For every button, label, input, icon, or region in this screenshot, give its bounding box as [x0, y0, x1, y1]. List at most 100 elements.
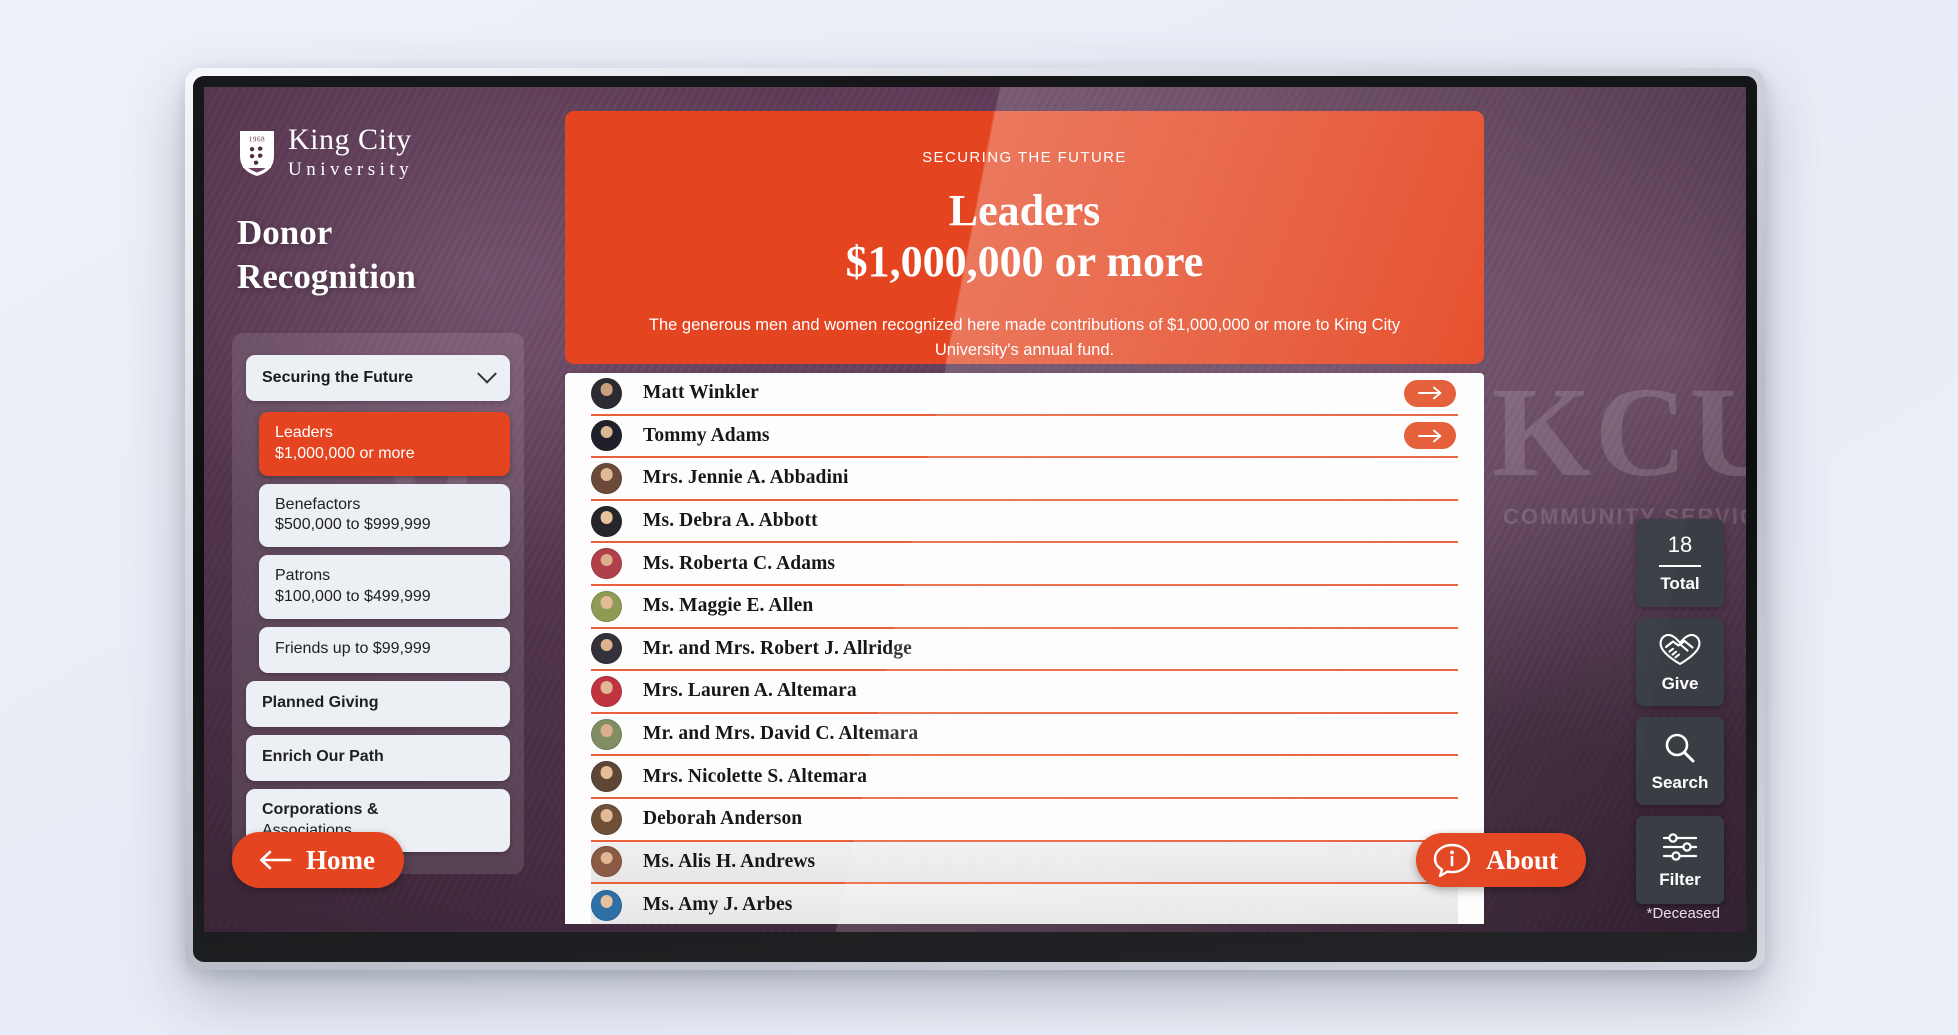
- hero-description: The generous men and women recognized he…: [648, 316, 1401, 359]
- donor-row[interactable]: Ms. Alis H. Andrews: [591, 841, 1458, 885]
- donor-detail-button[interactable]: [1404, 379, 1456, 407]
- avatar: [591, 548, 622, 580]
- donor-row[interactable]: Mrs. Nicolette S. Altemara: [591, 756, 1458, 799]
- give-label: Give: [1661, 673, 1699, 693]
- page-title-line2: Recognition: [237, 256, 416, 296]
- give-button[interactable]: Give: [1636, 618, 1724, 706]
- donor-name: Mr. and Mrs. David C. Altemara: [643, 723, 919, 745]
- donor-row[interactable]: Mr. and Mrs. Robert J. Allridge: [591, 629, 1458, 672]
- search-button[interactable]: Search: [1636, 717, 1724, 805]
- hero-eyebrow: SECURING THE FUTURE: [922, 149, 1127, 166]
- shield-icon: 1968: [237, 128, 277, 178]
- arrow-left-icon: [260, 850, 292, 870]
- filter-button[interactable]: Filter: [1636, 816, 1724, 904]
- sidebar-nav-item-sublabel: $1,000,000 or more: [275, 444, 415, 462]
- sidebar-nav-item-4[interactable]: Planned Giving: [246, 680, 510, 727]
- donor-row[interactable]: Ms. Roberta C. Adams: [591, 543, 1458, 586]
- sliders-icon: [1662, 832, 1698, 861]
- donor-list[interactable]: Matt Winkler Tommy Adams Mrs. Jennie A. Ab…: [565, 373, 1484, 924]
- avatar: [591, 675, 622, 707]
- sidebar-nav-item-label: Planned Giving: [262, 694, 379, 712]
- page-title: Donor Recognition: [204, 181, 559, 299]
- avatar: [591, 420, 622, 452]
- donor-name: Ms. Roberta C. Adams: [643, 552, 836, 574]
- donor-name: Mrs. Lauren A. Altemara: [643, 680, 857, 702]
- brand-name-line1: King City: [288, 123, 412, 156]
- sidebar-nav-item-3[interactable]: Friends up to $99,999: [259, 626, 510, 673]
- sidebar-nav-item-label: Enrich Our Path: [262, 748, 384, 766]
- donor-detail-button[interactable]: [1404, 422, 1456, 450]
- total-label: Total: [1660, 574, 1700, 593]
- about-button-label: About: [1485, 844, 1558, 875]
- donor-name: Mrs. Nicolette S. Altemara: [643, 765, 868, 787]
- sidebar: 1968 King City University Donor Recognit…: [204, 87, 559, 932]
- total-counter[interactable]: 18 Total: [1636, 519, 1724, 607]
- sidebar-nav-item-sublabel: $100,000 to $499,999: [275, 587, 431, 605]
- donor-row[interactable]: Ms. Amy J. Arbes: [591, 884, 1458, 924]
- total-count-value: 18: [1667, 532, 1693, 557]
- donor-row[interactable]: Mrs. Lauren A. Altemara: [591, 671, 1458, 714]
- sidebar-nav-item-2[interactable]: Patrons $100,000 to $499,999: [259, 555, 510, 619]
- arrow-right-icon: [1418, 429, 1442, 443]
- sidebar-nav-item-0[interactable]: Leaders $1,000,000 or more: [259, 412, 510, 476]
- donor-name: Ms. Amy J. Arbes: [643, 894, 793, 916]
- avatar: [591, 761, 622, 793]
- sidebar-nav-item-sublabel: $500,000 to $999,999: [275, 516, 431, 534]
- navigation-panel: Securing the Future Leaders $1,000,000 or…: [232, 333, 524, 875]
- campaign-select[interactable]: Securing the Future: [246, 355, 510, 401]
- scroll-controls: [1744, 557, 1746, 662]
- donor-name: Tommy Adams: [643, 424, 770, 446]
- search-label: Search: [1651, 772, 1709, 792]
- avatar: [591, 889, 622, 921]
- donor-row[interactable]: Mr. and Mrs. David C. Altemara: [591, 714, 1458, 757]
- donor-name: Mrs. Jennie A. Abbadini: [643, 467, 849, 489]
- avatar: [591, 377, 622, 409]
- donor-row[interactable]: Ms. Debra A. Abbott: [591, 501, 1458, 544]
- hero-banner: SECURING THE FUTURE Leaders $1,000,000 o…: [565, 111, 1484, 364]
- avatar: [591, 462, 622, 494]
- avatar: [591, 633, 622, 665]
- sidebar-nav-item-1[interactable]: Benefactors $500,000 to $999,999: [259, 483, 510, 548]
- hero-amount: $1,000,000 or more: [845, 237, 1204, 287]
- sidebar-nav-item-label: Corporations &: [262, 800, 379, 818]
- donor-name: Matt Winkler: [643, 382, 759, 404]
- avatar: [591, 803, 622, 835]
- arrow-up-icon[interactable]: [1744, 557, 1746, 597]
- arrow-down-icon[interactable]: [1744, 622, 1746, 662]
- about-button[interactable]: About: [1415, 833, 1586, 887]
- main-content: SECURING THE FUTURE Leaders $1,000,000 o…: [565, 111, 1484, 932]
- info-bubble-icon: [1433, 843, 1471, 878]
- deceased-footnote: *Deceased: [1646, 905, 1720, 922]
- donor-name: Ms. Debra A. Abbott: [643, 510, 818, 532]
- arrow-right-icon: [1418, 386, 1442, 400]
- home-button[interactable]: Home: [232, 832, 404, 888]
- avatar: [591, 590, 622, 622]
- donor-name: Mr. and Mrs. Robert J. Allridge: [643, 637, 912, 659]
- chevron-down-icon: [477, 363, 497, 384]
- donor-row[interactable]: Matt Winkler: [591, 373, 1458, 416]
- right-toolbar: 18 Total Give Search Filter: [1636, 519, 1724, 904]
- page-title-line1: Donor: [237, 213, 333, 252]
- donor-row[interactable]: Deborah Anderson: [591, 799, 1458, 842]
- watermark-kcu-text: KCU: [1492, 361, 1746, 503]
- sidebar-nav-item-label: Leaders: [275, 424, 333, 441]
- donor-row[interactable]: Mrs. Jennie A. Abbadini: [591, 458, 1458, 501]
- brand-wordmark: King City University: [288, 125, 413, 181]
- donor-row[interactable]: Tommy Adams: [591, 416, 1458, 459]
- monitor-frame: H SERVICE KCU COMMUNITY SERVICE: [185, 68, 1765, 970]
- avatar: [591, 846, 622, 878]
- donor-row[interactable]: Ms. Maggie E. Allen: [591, 586, 1458, 629]
- home-button-label: Home: [306, 844, 375, 875]
- brand-name-line2: University: [288, 159, 414, 180]
- avatar: [591, 718, 622, 750]
- donor-name: Ms. Maggie E. Allen: [643, 595, 814, 617]
- monitor-bezel: H SERVICE KCU COMMUNITY SERVICE: [193, 76, 1757, 962]
- handshake-heart-icon: [1659, 633, 1701, 665]
- avatar: [591, 505, 622, 537]
- screen: H SERVICE KCU COMMUNITY SERVICE: [204, 87, 1746, 932]
- monitor: H SERVICE KCU COMMUNITY SERVICE: [185, 68, 1765, 970]
- watermark-kcu: KCU COMMUNITY SERVICE: [1492, 361, 1746, 530]
- nav-list: Leaders $1,000,000 or more Benefactors $500…: [246, 412, 510, 853]
- sidebar-nav-item-label: Patrons: [275, 567, 331, 585]
- sidebar-nav-item-5[interactable]: Enrich Our Path: [246, 734, 510, 781]
